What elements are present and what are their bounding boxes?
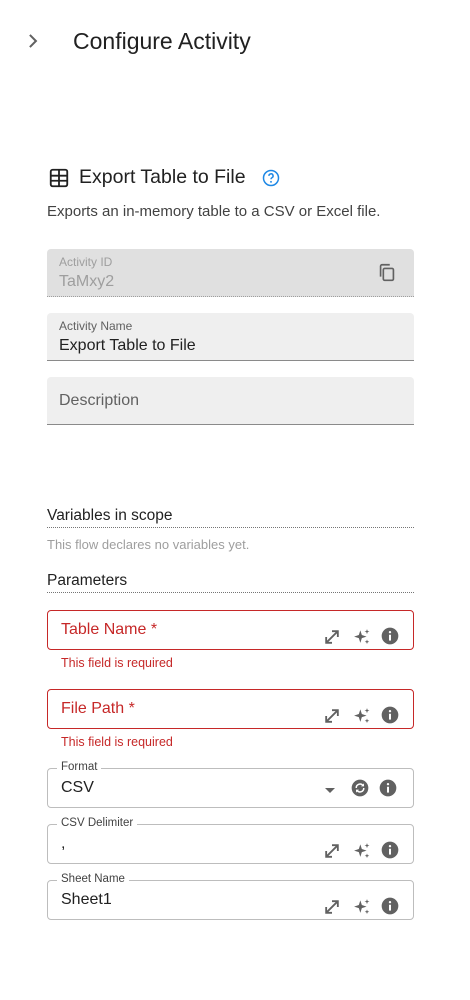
page-title: Configure Activity: [73, 28, 251, 54]
sync-icon[interactable]: [350, 778, 370, 798]
sheet-name-field[interactable]: Sheet Name Sheet1: [47, 873, 414, 920]
sheet-name-value[interactable]: Sheet1: [61, 891, 112, 909]
activity-name-field[interactable]: Activity Name Export Table to File: [47, 313, 414, 361]
activity-name-label: Activity Name: [59, 319, 133, 333]
activity-id-label: Activity ID: [59, 255, 113, 269]
activity-id-field: Activity ID TaMxy2: [47, 249, 414, 297]
table-name-error: This field is required: [61, 656, 173, 670]
activity-title: Export Table to File: [79, 166, 246, 188]
file-path-placeholder: File Path *: [61, 700, 135, 717]
sheet-name-label: Sheet Name: [57, 873, 129, 885]
variables-empty-text: This flow declares no variables yet.: [47, 537, 250, 552]
format-label: Format: [57, 761, 102, 773]
description-field[interactable]: Description: [47, 377, 414, 425]
activity-name-value[interactable]: Export Table to File: [59, 337, 196, 355]
expand-icon[interactable]: [322, 706, 342, 726]
sparkle-icon[interactable]: [352, 627, 372, 647]
expand-icon[interactable]: [322, 627, 342, 647]
chevron-right-icon[interactable]: [22, 30, 44, 52]
csv-delimiter-value[interactable]: ,: [61, 835, 65, 853]
table-icon: [49, 168, 69, 188]
info-icon[interactable]: [380, 896, 400, 916]
info-icon[interactable]: [378, 778, 398, 798]
file-path-field[interactable]: File Path *: [47, 689, 414, 729]
csv-delimiter-field[interactable]: CSV Delimiter ,: [47, 817, 414, 864]
format-select[interactable]: Format CSV: [47, 761, 414, 808]
parameters-section-title: Parameters: [47, 572, 414, 593]
info-icon[interactable]: [380, 840, 400, 860]
format-value[interactable]: CSV: [61, 779, 94, 797]
info-icon[interactable]: [380, 626, 400, 646]
help-circle-icon[interactable]: [261, 168, 281, 188]
expand-icon[interactable]: [322, 841, 342, 861]
variables-section-title: Variables in scope: [47, 507, 414, 528]
table-name-placeholder: Table Name *: [61, 621, 158, 638]
info-icon[interactable]: [380, 705, 400, 725]
sparkle-icon[interactable]: [352, 841, 372, 861]
copy-icon[interactable]: [376, 262, 398, 284]
activity-description: Exports an in-memory table to a CSV or E…: [47, 203, 381, 220]
description-placeholder: Description: [59, 392, 140, 409]
activity-id-value: TaMxy2: [59, 273, 115, 290]
sparkle-icon[interactable]: [352, 706, 372, 726]
file-path-error: This field is required: [61, 735, 173, 749]
dropdown-arrow-icon[interactable]: [323, 785, 337, 795]
sparkle-icon[interactable]: [352, 897, 372, 917]
expand-icon[interactable]: [322, 897, 342, 917]
csv-delimiter-label: CSV Delimiter: [57, 817, 138, 829]
table-name-field[interactable]: Table Name *: [47, 610, 414, 650]
